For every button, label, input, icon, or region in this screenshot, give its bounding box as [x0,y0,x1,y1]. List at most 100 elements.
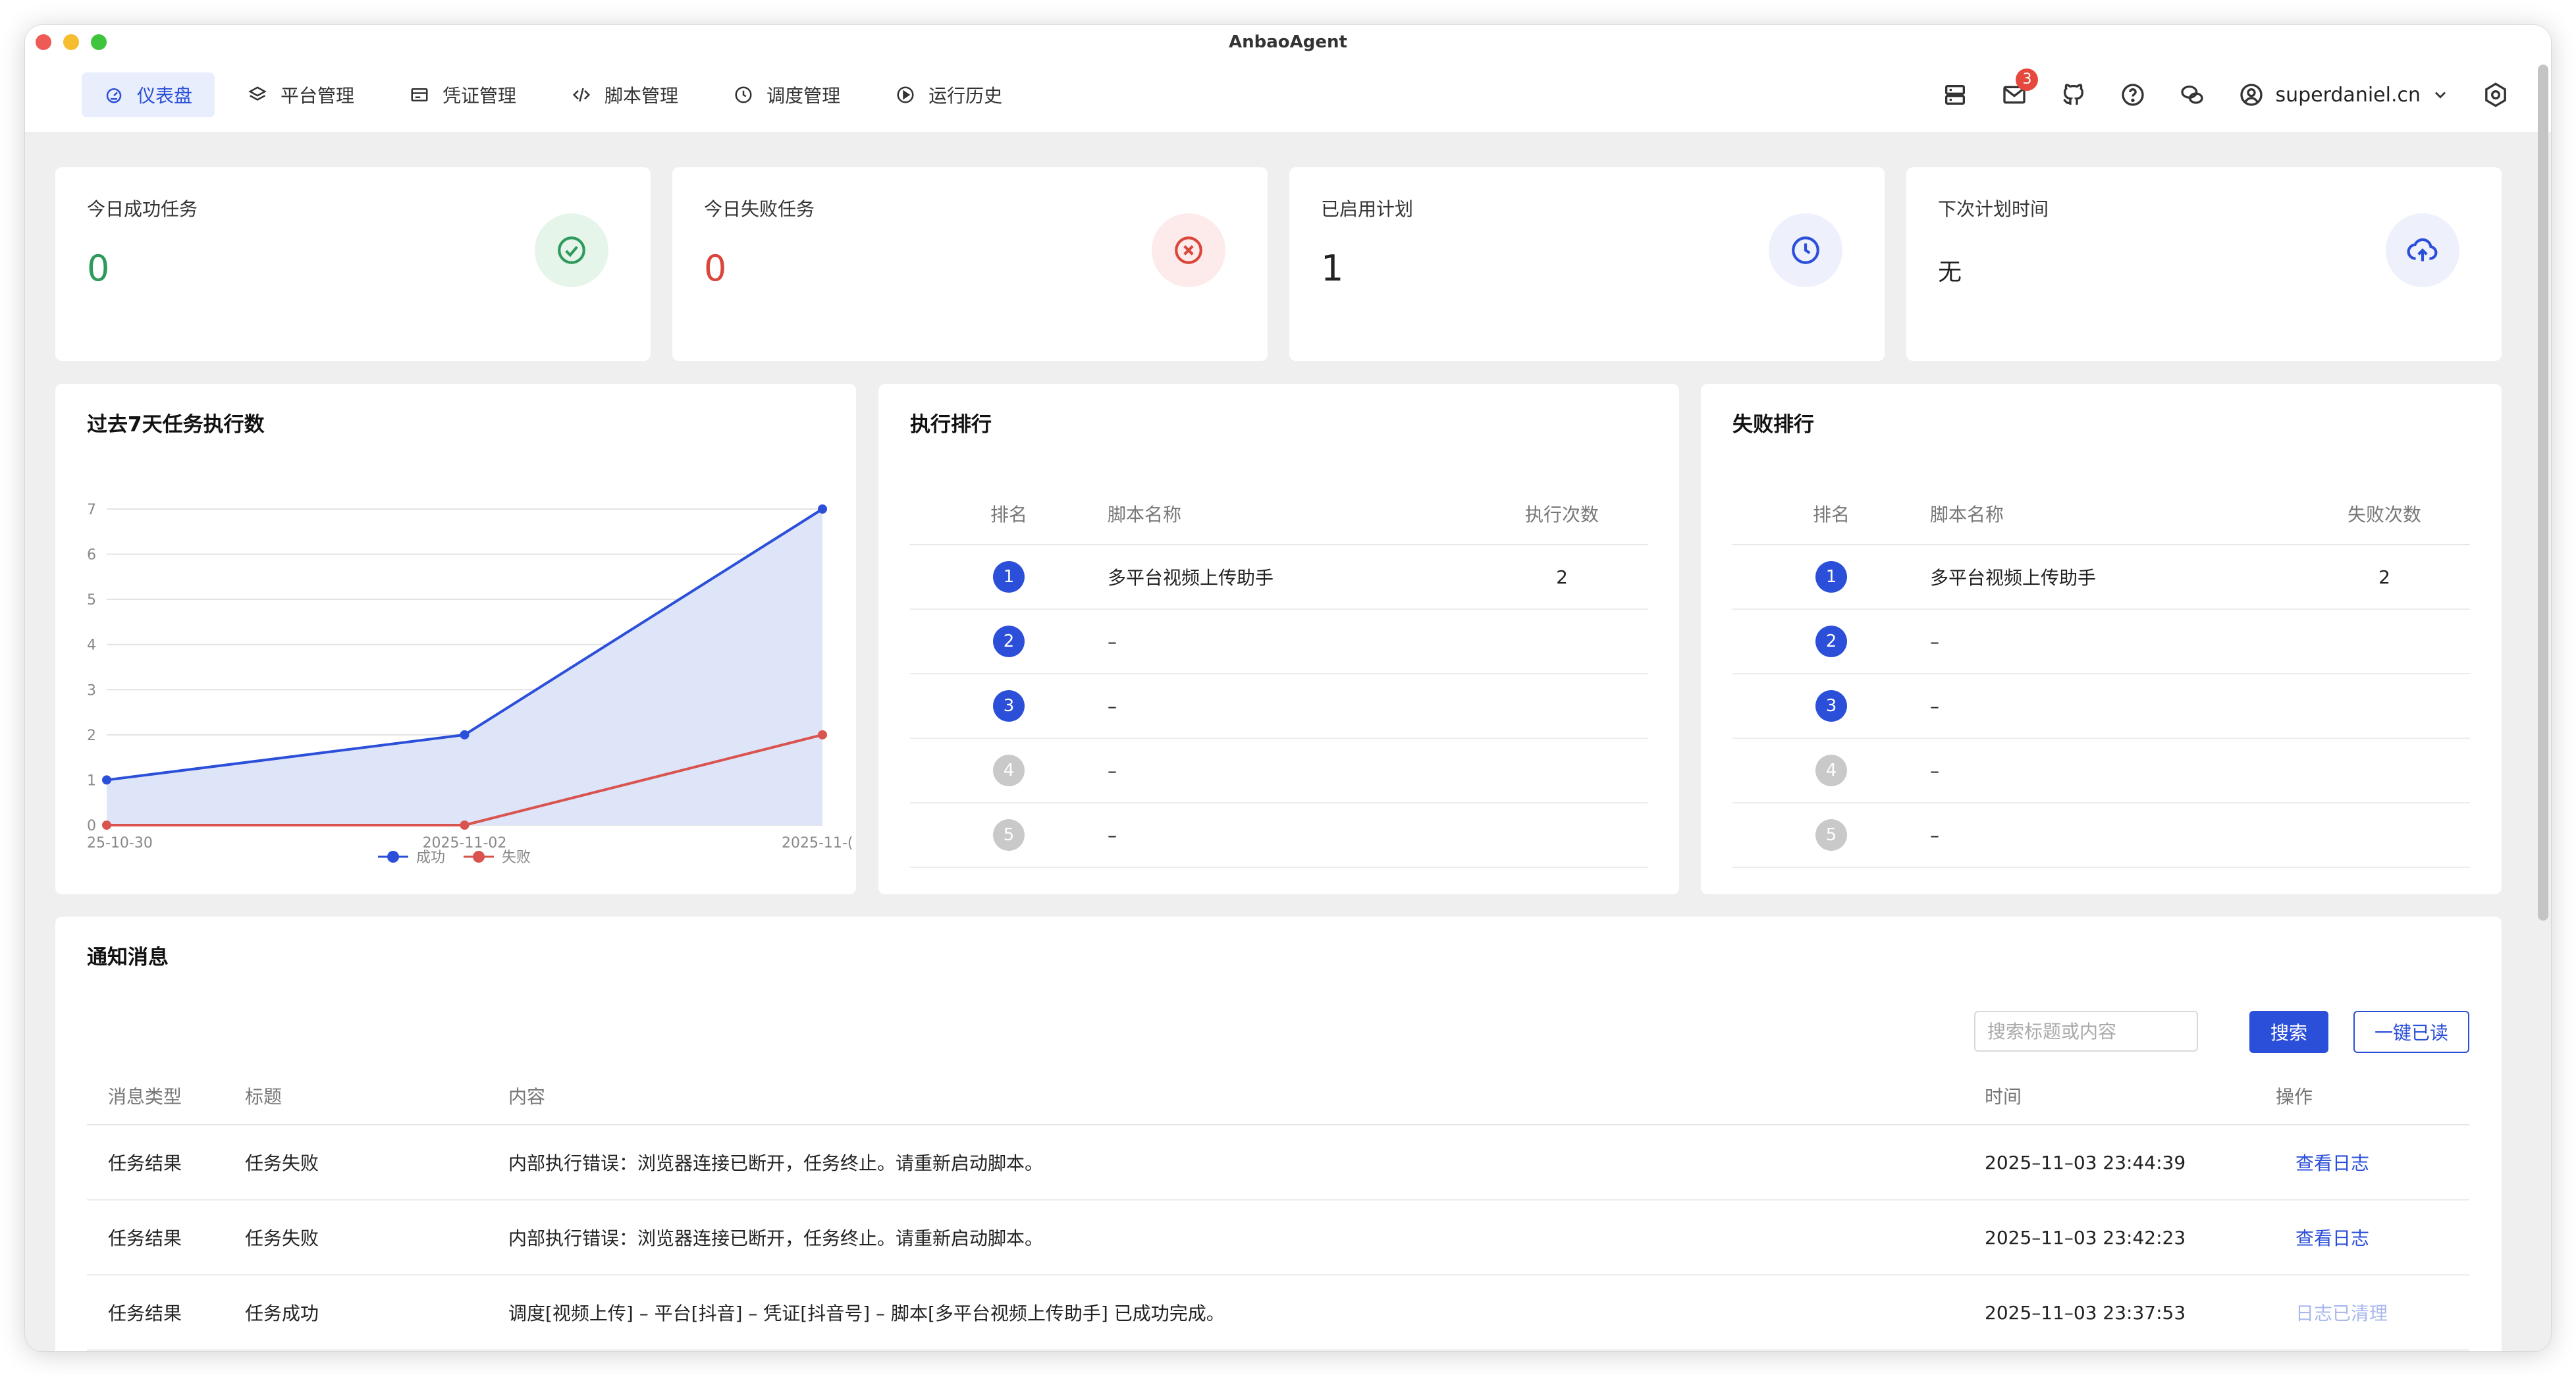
legend-marker [473,851,485,863]
fail-count [2299,738,2470,803]
rank-badge: 2 [1815,626,1847,657]
help-icon[interactable] [2120,82,2146,108]
notifications-title: 通知消息 [87,946,169,969]
msg-type: 任务结果 [87,1200,245,1276]
layers-icon [248,85,267,105]
col-count: 执行次数 [1476,483,1648,545]
github-icon[interactable] [2060,82,2087,108]
table-row: 2 – [1732,609,2470,674]
line-chart: 0123456725-10-30 2025-11-02 2025-11-(成功 失败 [87,502,853,866]
tab-label: 平台管理 [281,85,355,107]
view-log-link[interactable]: 查看日志 [2295,1152,2369,1174]
col-count: 失败次数 [2299,483,2470,545]
col-rank: 排名 [1732,483,1930,545]
rank-badge: 2 [993,626,1025,657]
msg-type: 任务结果 [87,1275,245,1351]
mark-all-read-button[interactable]: 一键已读 [2353,1011,2469,1053]
tab-label: 调度管理 [766,85,841,107]
exec-count [1476,738,1648,803]
msg-title: 任务成功 [245,1275,508,1351]
top-navigation: 仪表盘 平台管理 凭证管理 脚本管理 调度管理 运行历史 3 superdani… [25,59,2551,133]
stat-title: 今日成功任务 [87,198,198,220]
tab-scripts[interactable]: 脚本管理 [549,72,701,117]
rank-badge: 5 [1815,819,1847,851]
server-icon[interactable] [1942,82,1968,108]
view-log-link[interactable]: 查看日志 [2295,1227,2369,1249]
user-menu[interactable]: superdaniel.cn [2238,82,2450,108]
msg-time: 2025–11–03 23:44:39 [1985,1125,2276,1200]
dashboard-icon [104,85,124,105]
mail-icon[interactable]: 3 [2001,68,2039,108]
tab-history[interactable]: 运行历史 [873,72,1025,117]
data-point [460,730,470,740]
vertical-scrollbar[interactable] [2538,65,2548,921]
x-tick-label: 2025-11-( [782,835,853,851]
exec-count: 2 [1476,545,1648,610]
username: superdaniel.cn [2275,83,2421,107]
legend-item-success[interactable]: 成功 [378,849,445,866]
mail-badge: 3 [2016,68,2039,91]
script-name: 多平台视频上传助手 [1108,545,1476,610]
table-row: 3 – [1732,674,2470,739]
stat-value: 1 [1321,248,1344,289]
legend-item-failed[interactable]: 失败 [464,849,531,866]
table-header-row: 排名 脚本名称 失败次数 [1732,483,2470,545]
table-row: 5 – [1732,803,2470,868]
stat-title: 已启用计划 [1321,198,1414,220]
msg-content: 调度[视频上传] – 平台[抖音] – 凭证[抖音号] – 脚本[多平台视频上传… [508,1275,1985,1351]
tab-platform[interactable]: 平台管理 [225,72,377,117]
stat-title: 今日失败任务 [704,198,815,220]
exec-rank-title: 执行排行 [910,413,992,437]
title-bar: AnbaoAgent [25,25,2551,59]
tab-credentials[interactable]: 凭证管理 [387,72,539,117]
maximize-window-button[interactable] [91,34,107,50]
rank-badge: 4 [993,755,1025,786]
table-row: 任务结果 任务失败 内部执行错误：浏览器连接已断开，任务终止。请重新启动脚本。 … [87,1200,2469,1276]
y-tick-label: 1 [87,772,96,789]
wechat-icon[interactable] [2179,82,2205,108]
exec-count [1476,674,1648,739]
data-point [818,730,827,740]
data-point [102,775,111,785]
stat-card-success: 今日成功任务 0 [55,167,651,361]
script-name: – [1930,803,2299,868]
col-type: 消息类型 [87,1067,245,1125]
credential-icon [410,85,429,105]
clock-icon [1769,213,1842,287]
settings-icon[interactable] [2482,82,2509,108]
script-name: – [1930,674,2299,739]
script-name: – [1930,738,2299,803]
tab-dashboard[interactable]: 仪表盘 [82,72,215,117]
stat-title: 下次计划时间 [1938,198,2049,220]
fail-rank-title: 失败排行 [1732,413,1814,437]
search-button[interactable]: 搜索 [2249,1011,2328,1053]
minimize-window-button[interactable] [63,34,79,50]
table-row: 任务结果 任务失败 内部执行错误：浏览器连接已断开，任务终止。请重新启动脚本。 … [87,1125,2469,1200]
play-icon [896,85,915,105]
msg-title: 任务失败 [245,1125,508,1200]
chevron-down-icon [2435,92,2446,99]
tab-label: 脚本管理 [604,85,679,107]
msg-title: 任务失败 [245,1200,508,1276]
code-icon [572,85,591,105]
tab-label: 运行历史 [928,85,1003,107]
close-window-button[interactable] [36,34,51,50]
col-content: 内容 [508,1067,1985,1125]
window-controls [36,34,107,50]
app-window: AnbaoAgent 仪表盘 平台管理 凭证管理 脚本管理 调度管理 运行历史 … [25,25,2551,1351]
notifications-table: 消息类型 标题 内容 时间 操作 任务结果 任务失败 内部执行错误：浏览器连接已… [87,1067,2469,1351]
table-header-row: 消息类型 标题 内容 时间 操作 [87,1067,2469,1125]
stat-value: 0 [704,248,727,289]
rank-badge: 5 [993,819,1025,851]
legend-marker [387,851,399,863]
search-input[interactable] [1974,1011,2198,1052]
window-title: AnbaoAgent [1229,32,1347,52]
exec-rank-table: 排名 脚本名称 执行次数 1 多平台视频上传助手 2 2 – 3 – 4 – 5… [910,483,1648,868]
table-row: 任务结果 任务成功 调度[视频上传] – 平台[抖音] – 凭证[抖音号] – … [87,1275,2469,1351]
y-tick-label: 3 [87,682,96,699]
col-script-name: 脚本名称 [1108,483,1476,545]
tab-label: 仪表盘 [137,85,193,107]
legend-label: 失败 [502,849,531,866]
tab-schedule[interactable]: 调度管理 [711,72,863,117]
y-tick-label: 6 [87,547,96,564]
